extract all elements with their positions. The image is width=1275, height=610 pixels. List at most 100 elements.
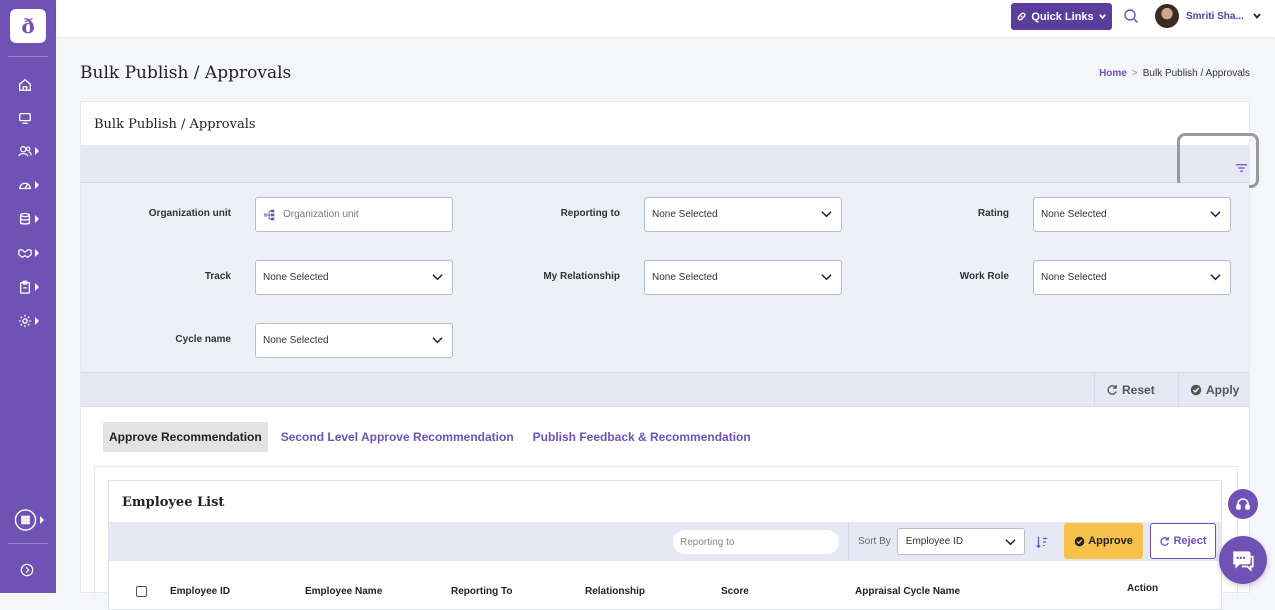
chevron-down-icon [1098, 14, 1106, 20]
sidebar-item-settings[interactable] [18, 311, 48, 331]
card-title: Bulk Publish / Approvals [94, 117, 256, 132]
database-icon [19, 212, 31, 225]
monitor-icon [19, 112, 31, 124]
rating-select[interactable]: None Selected [1033, 197, 1231, 232]
sort-order-icon[interactable] [1035, 535, 1049, 549]
cycle-name-select[interactable]: None Selected [255, 323, 453, 358]
tab-content: Employee List Reporting to Sort By Emplo… [94, 466, 1238, 610]
tab-publish-feedback[interactable]: Publish Feedback & Recommendation [527, 422, 757, 452]
filter-icon [1235, 164, 1248, 172]
sidebar: ð [0, 0, 56, 593]
sidebar-collapse-button[interactable] [20, 560, 50, 580]
settings-gear-icon [18, 314, 32, 328]
sidebar-item-dashboard[interactable] [18, 175, 48, 195]
work-role-label: Work Role [959, 271, 1009, 282]
quick-links-button[interactable]: Quick Links [1011, 3, 1112, 30]
sort-by-value: Employee ID [905, 536, 964, 547]
chevron-down-icon [432, 337, 443, 344]
expand-arrow-icon [35, 215, 39, 223]
reject-button[interactable]: Reject [1150, 523, 1216, 559]
headset-icon [1236, 498, 1250, 510]
employee-table-header: Employee ID Employee Name Reporting To R… [109, 561, 1221, 601]
track-value: None Selected [263, 272, 329, 283]
reporting-to-label: Reporting to [560, 208, 620, 219]
link-icon [1017, 12, 1026, 21]
column-action: Action [1127, 583, 1159, 594]
chat-button[interactable] [1219, 536, 1267, 584]
reject-label: Reject [1173, 535, 1207, 547]
sidebar-item-home[interactable] [18, 75, 48, 95]
work-role-select[interactable]: None Selected [1033, 260, 1231, 295]
tab-second-level-approve[interactable]: Second Level Approve Recommendation [275, 422, 520, 452]
support-button[interactable] [1228, 489, 1258, 519]
reporting-to-select[interactable]: None Selected [644, 197, 842, 232]
refresh-icon [1160, 536, 1170, 546]
employee-list-title: Employee List [122, 495, 225, 510]
column-relationship[interactable]: Relationship [585, 586, 645, 597]
check-circle-icon [1074, 536, 1085, 546]
sidebar-item-database[interactable] [18, 209, 48, 229]
my-relationship-select[interactable]: None Selected [644, 260, 842, 295]
org-unit-field[interactable]: Organization unit [255, 197, 453, 232]
chevron-down-icon [1005, 539, 1016, 546]
apply-button[interactable]: Apply [1178, 373, 1250, 406]
track-label: Track [204, 271, 231, 282]
apps-grid-icon [14, 509, 37, 531]
track-select[interactable]: None Selected [255, 260, 453, 295]
sidebar-divider [8, 543, 48, 544]
sidebar-item-clipboard[interactable] [18, 277, 48, 297]
column-employee-name[interactable]: Employee Name [305, 586, 382, 597]
filter-toggle-button[interactable] [1177, 133, 1259, 188]
rating-value: None Selected [1041, 209, 1107, 220]
column-reporting-to[interactable]: Reporting To [451, 586, 512, 597]
sidebar-item-users[interactable] [18, 141, 48, 161]
chevron-down-icon [432, 274, 443, 281]
select-all-checkbox[interactable] [136, 586, 147, 597]
reporting-to-value: None Selected [652, 209, 718, 220]
my-relationship-label: My Relationship [543, 271, 620, 282]
reset-label: Reset [1122, 382, 1155, 397]
sort-by-select[interactable]: Employee ID [896, 528, 1025, 555]
search-icon[interactable] [1123, 8, 1139, 24]
tab-bar: Approve Recommendation Second Level Appr… [103, 422, 764, 452]
cycle-name-value: None Selected [263, 335, 329, 346]
column-employee-id[interactable]: Employee ID [170, 586, 230, 597]
expand-arrow-icon [40, 516, 44, 524]
avatar[interactable] [1155, 4, 1179, 28]
sidebar-apps-button[interactable] [14, 508, 44, 532]
expand-arrow-icon [35, 317, 39, 325]
dashboard-gauge-icon [19, 182, 31, 190]
my-relationship-value: None Selected [652, 272, 718, 283]
rating-label: Rating [977, 208, 1009, 219]
column-appraisal-cycle-name[interactable]: Appraisal Cycle Name [855, 586, 960, 597]
sort-by-group: Sort By Employee ID [848, 522, 1049, 561]
chevron-down-icon[interactable] [1252, 11, 1262, 21]
refresh-icon [1107, 384, 1117, 395]
users-icon [18, 146, 32, 157]
top-bar: Quick Links Smriti Sha... [56, 0, 1275, 37]
expand-arrow-icon [35, 181, 39, 189]
app-logo[interactable]: ð [10, 9, 46, 43]
org-unit-placeholder: Organization unit [283, 209, 359, 220]
reporting-to-search-input[interactable]: Reporting to [673, 530, 839, 554]
chevron-down-icon [1210, 274, 1221, 281]
handshake-icon [18, 248, 32, 259]
expand-arrow-icon [35, 147, 39, 155]
cycle-name-label: Cycle name [175, 334, 231, 345]
approve-button[interactable]: Approve [1064, 523, 1143, 559]
check-circle-icon [1190, 384, 1202, 395]
clipboard-icon [19, 280, 31, 294]
column-score[interactable]: Score [721, 586, 749, 597]
quick-links-label: Quick Links [1031, 10, 1094, 23]
reset-button[interactable]: Reset [1094, 373, 1166, 406]
breadcrumb-current: Bulk Publish / Approvals [1142, 68, 1250, 79]
sidebar-item-monitor[interactable] [18, 108, 48, 128]
sidebar-divider [8, 56, 48, 57]
breadcrumb-home[interactable]: Home [1099, 68, 1127, 79]
sidebar-item-handshake[interactable] [18, 243, 48, 263]
user-name[interactable]: Smriti Sha... [1186, 11, 1244, 22]
tab-approve-recommendation[interactable]: Approve Recommendation [103, 422, 268, 452]
expand-arrow-icon [35, 249, 39, 257]
filter-panel: Organization unit Organization unit Repo… [81, 183, 1249, 373]
employee-list-card: Employee List Reporting to Sort By Emplo… [108, 480, 1222, 610]
